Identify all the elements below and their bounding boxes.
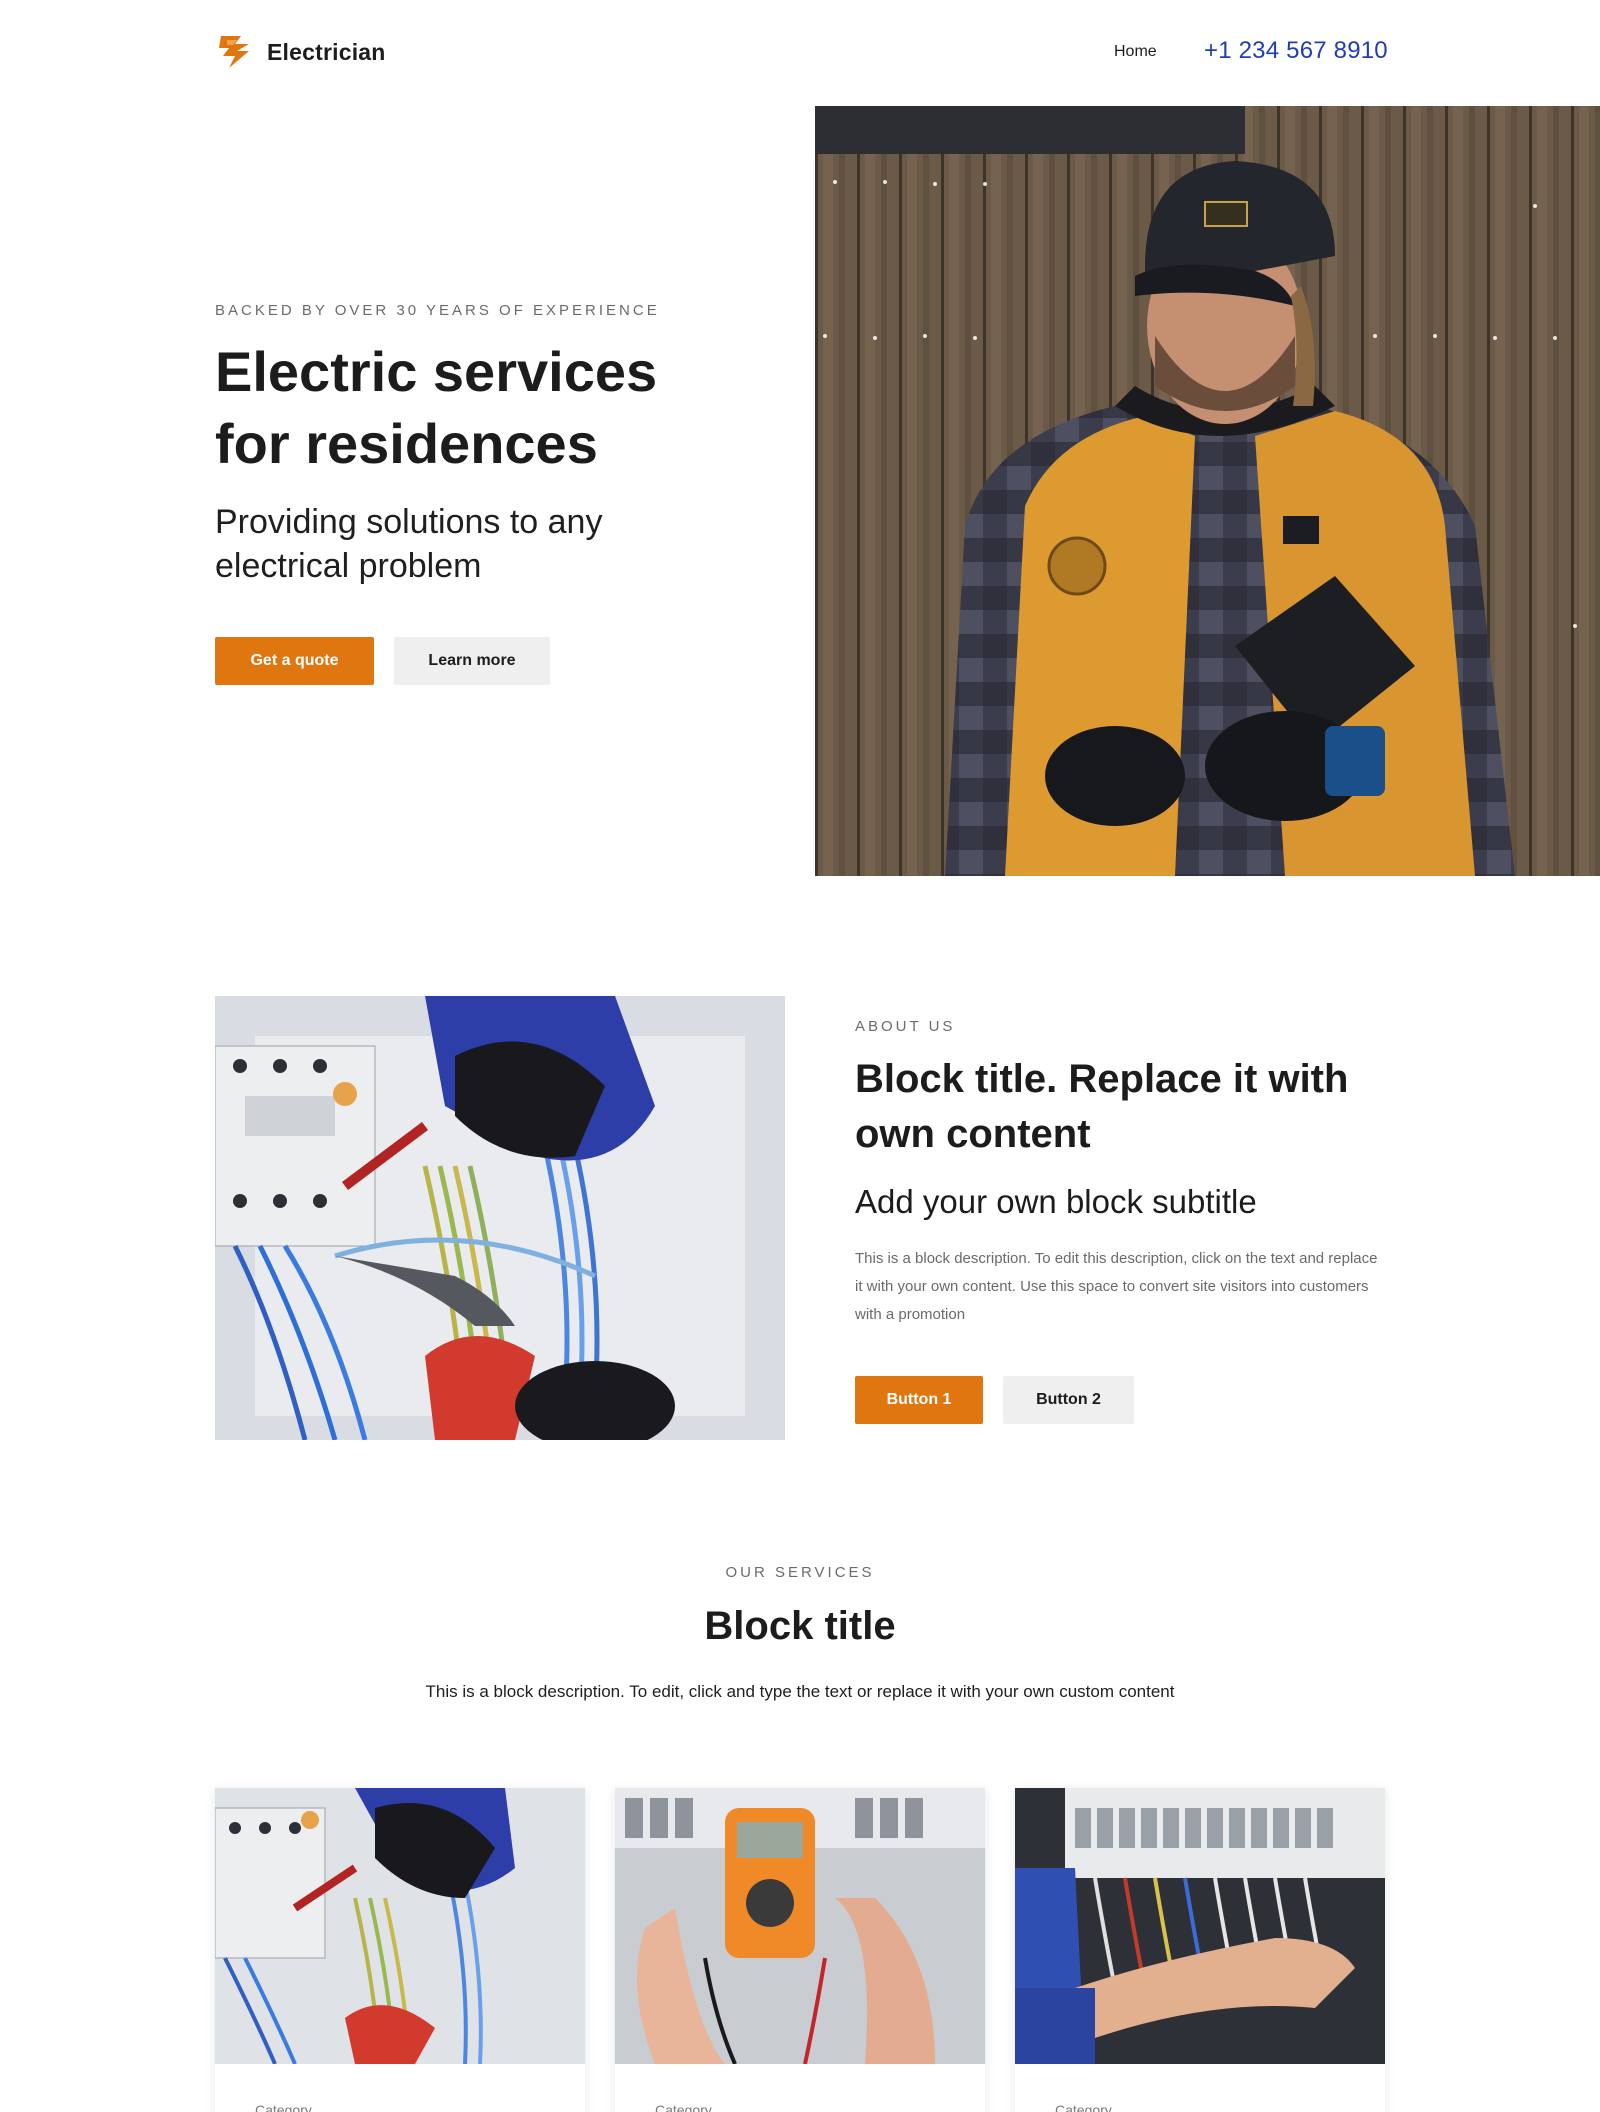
service-card[interactable]: Category — [1015, 1788, 1385, 2112]
about-description: This is a block description. To edit thi… — [855, 1250, 1378, 1323]
service-card[interactable]: Category — [215, 1788, 585, 2112]
hero-eyebrow: BACKED BY OVER 30 YEARS OF EXPERIENCE — [215, 302, 660, 319]
services-title: Block title — [704, 1604, 896, 1648]
service-card-image — [215, 1788, 585, 2064]
lightning-bolt-icon — [215, 34, 257, 70]
about-button-2[interactable]: Button 2 — [1003, 1376, 1134, 1424]
services-eyebrow: OUR SERVICES — [725, 1564, 875, 1581]
service-card-image — [615, 1788, 985, 2064]
services-description: This is a block description. To edit, cl… — [425, 1682, 1175, 1701]
about-panel-wiring-photo — [215, 996, 785, 1440]
hero-subtitle: Providing solutions to any electrical pr… — [215, 503, 603, 585]
hero-title: Electric services for residences — [215, 340, 658, 475]
about-subtitle: Add your own block subtitle — [855, 1183, 1257, 1220]
brand-name: Electrician — [267, 38, 386, 65]
nav-home-link[interactable]: Home — [1114, 43, 1157, 61]
hero-electrician-photo: . — [815, 106, 1600, 876]
about-title: Block title. Replace it with own content — [855, 1057, 1349, 1156]
service-card-category: Category — [1055, 2102, 1112, 2112]
about-eyebrow: ABOUT US — [855, 1018, 956, 1035]
learn-more-button[interactable]: Learn more — [394, 637, 550, 685]
service-card-image — [1015, 1788, 1385, 2064]
get-quote-button[interactable]: Get a quote — [215, 637, 374, 685]
brand-logo[interactable]: Electrician — [215, 34, 386, 70]
service-card[interactable]: Category — [615, 1788, 985, 2112]
about-button-1[interactable]: Button 1 — [855, 1376, 983, 1424]
site-header: Electrician Home +1 234 567 8910 — [0, 0, 1600, 104]
service-card-category: Category — [655, 2102, 712, 2112]
service-card-category: Category — [255, 2102, 312, 2112]
phone-link[interactable]: +1 234 567 8910 — [1204, 37, 1388, 65]
